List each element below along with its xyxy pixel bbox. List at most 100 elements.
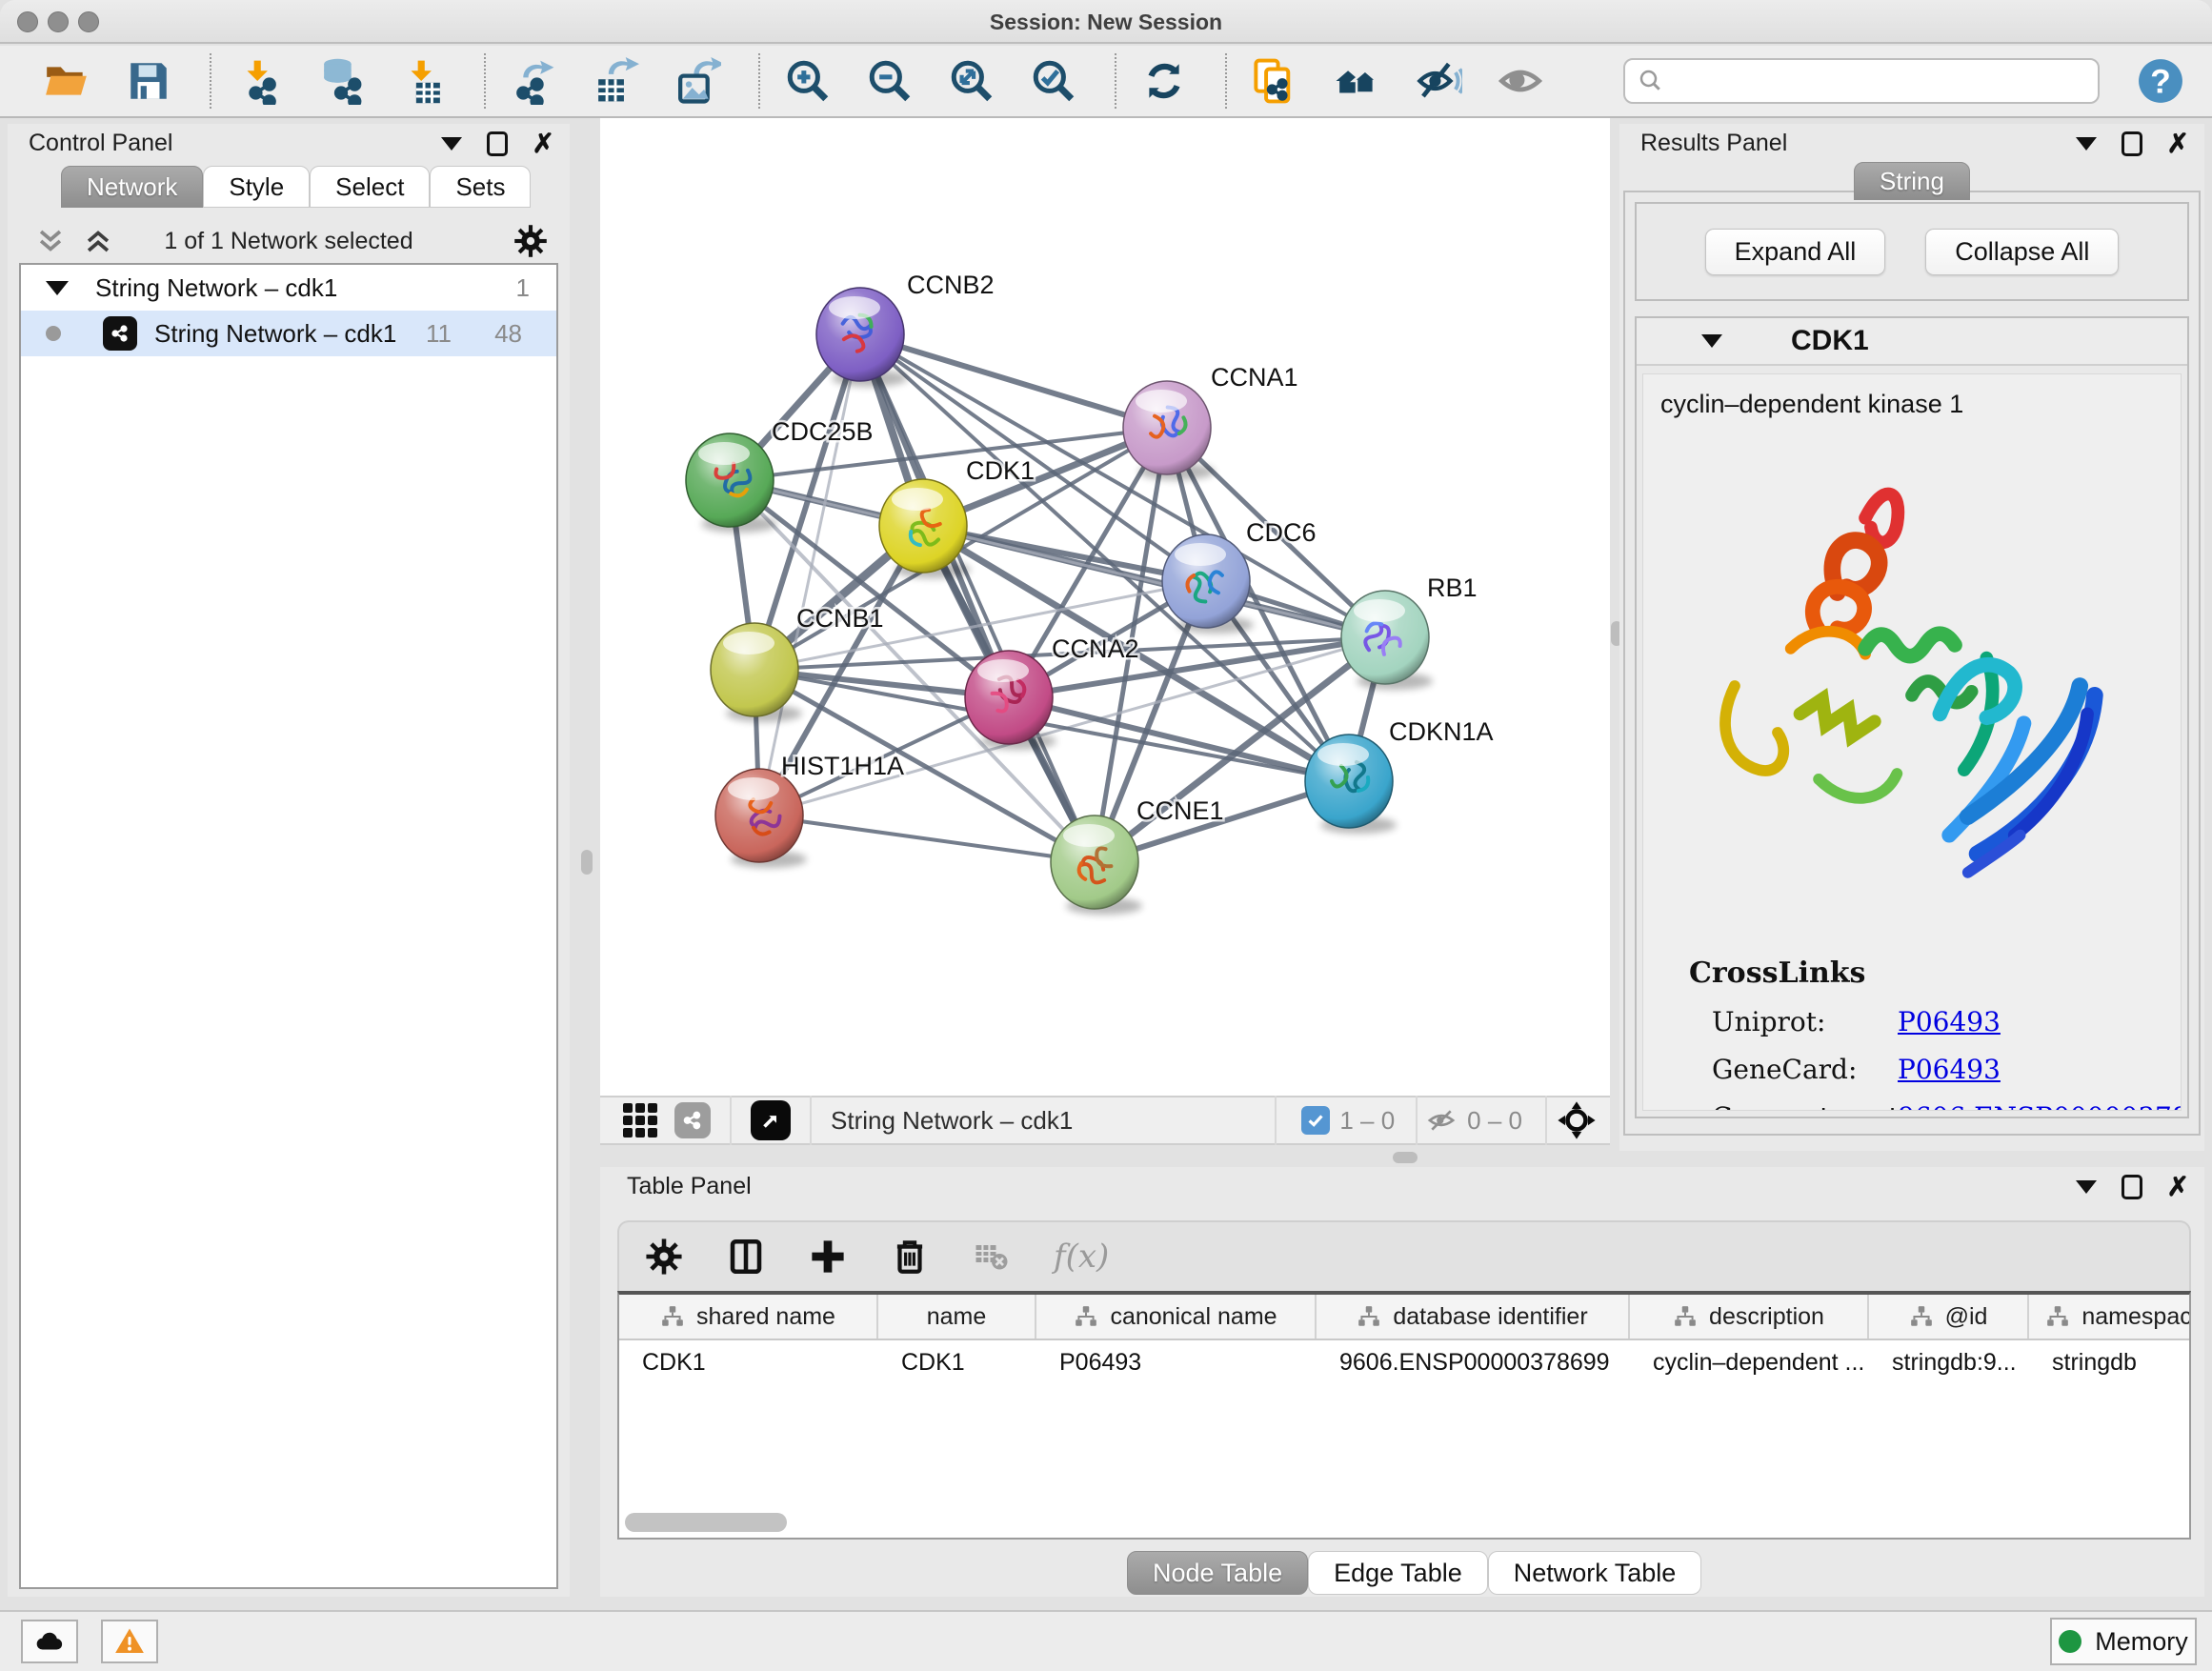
table-row[interactable]: CDK1CDK1P064939606.ENSP00000378699cyclin… bbox=[619, 1340, 2189, 1384]
horizontal-scrollbar-thumb[interactable] bbox=[625, 1513, 787, 1532]
gear-icon[interactable] bbox=[513, 223, 549, 259]
save-session-button[interactable] bbox=[122, 54, 175, 108]
shared-column-icon bbox=[660, 1304, 685, 1329]
home-button[interactable] bbox=[1330, 54, 1383, 108]
zoom-in-button[interactable] bbox=[781, 54, 835, 108]
network-node-CDKN1A[interactable] bbox=[1305, 735, 1397, 834]
show-all-button[interactable] bbox=[1494, 54, 1547, 108]
tab-edge-table[interactable]: Edge Table bbox=[1308, 1551, 1488, 1595]
show-columns-icon[interactable] bbox=[726, 1237, 766, 1277]
hide-selected-button[interactable] bbox=[1412, 54, 1465, 108]
zoom-selected-button[interactable] bbox=[1027, 54, 1080, 108]
apply-layout-button[interactable] bbox=[1137, 54, 1191, 108]
network-canvas[interactable]: CCNB2CCNA1CDC25BCDK1CDC6RB1CCNB1CCNA2CDK… bbox=[600, 118, 1610, 1096]
copy-network-button[interactable] bbox=[1248, 54, 1301, 108]
birds-eye-toggle-icon[interactable] bbox=[1557, 1100, 1597, 1140]
gene-description: cyclin–dependent kinase 1 bbox=[1660, 390, 2181, 419]
crosslink-link[interactable]: P06493 bbox=[1898, 1006, 2001, 1037]
expand-all-button[interactable]: Expand All bbox=[1705, 229, 1886, 275]
gene-name: CDK1 bbox=[1791, 325, 1869, 357]
toolbar-separator bbox=[1225, 53, 1227, 109]
import-table-icon bbox=[399, 57, 447, 105]
table-panel-title: Table Panel bbox=[627, 1173, 752, 1200]
crosslink-label: GeneCard: bbox=[1712, 1054, 1898, 1085]
import-table-button[interactable] bbox=[396, 54, 450, 108]
memory-status-dot bbox=[2059, 1630, 2081, 1653]
zoom-out-button[interactable] bbox=[863, 54, 916, 108]
export-table-button[interactable] bbox=[589, 54, 642, 108]
gene-section: CDK1 cyclin–dependent kinase 1 bbox=[1635, 316, 2189, 1118]
delete-table-icon-disabled bbox=[972, 1237, 1012, 1277]
panel-menu-icon[interactable] bbox=[2076, 1180, 2097, 1194]
gene-section-header[interactable]: CDK1 bbox=[1637, 318, 2187, 366]
table-header-row: shared namenamecanonical namedatabase id… bbox=[619, 1295, 2189, 1340]
tree-expand-icon[interactable] bbox=[46, 281, 69, 295]
tab-node-table[interactable]: Node Table bbox=[1127, 1551, 1308, 1595]
tab-select[interactable]: Select bbox=[310, 166, 430, 208]
close-panel-icon[interactable]: ✗ bbox=[2167, 131, 2189, 156]
import-network-from-database-button[interactable] bbox=[314, 54, 368, 108]
warnings-button[interactable] bbox=[101, 1620, 158, 1663]
export-network-button[interactable] bbox=[507, 54, 560, 108]
bottom-splitter-handle[interactable] bbox=[1393, 1152, 1418, 1163]
collapse-all-button[interactable]: Collapse All bbox=[1925, 229, 2119, 275]
delete-column-icon[interactable] bbox=[890, 1237, 930, 1277]
grid-view-icon[interactable] bbox=[623, 1103, 657, 1137]
add-column-icon[interactable] bbox=[808, 1237, 848, 1277]
column-header-namespace[interactable]: namespace bbox=[2029, 1295, 2189, 1339]
collapse-section-icon[interactable] bbox=[1701, 334, 1722, 348]
network-node-CCNA1[interactable] bbox=[1123, 381, 1215, 480]
open-session-button[interactable] bbox=[40, 54, 93, 108]
close-panel-icon[interactable]: ✗ bbox=[2167, 1175, 2189, 1199]
selected-nodes-checkbox[interactable] bbox=[1301, 1106, 1330, 1135]
network-node-CDK1[interactable] bbox=[879, 479, 971, 578]
crosslink-link[interactable]: 9606.ENSP00000378699 bbox=[1898, 1101, 2182, 1111]
column-header-shared-name[interactable]: shared name bbox=[619, 1295, 878, 1339]
open-in-window-icon[interactable] bbox=[751, 1100, 791, 1140]
table-cell: P06493 bbox=[1036, 1349, 1317, 1377]
column-header-name[interactable]: name bbox=[878, 1295, 1036, 1339]
app-window: Session: New Session bbox=[0, 0, 2212, 1671]
network-collection-row[interactable]: String Network – cdk1 1 bbox=[21, 265, 556, 311]
houses-icon bbox=[1333, 57, 1380, 105]
column-header--id[interactable]: @id bbox=[1869, 1295, 2029, 1339]
node-label-CDKN1A: CDKN1A bbox=[1389, 717, 1494, 746]
toolbar-separator bbox=[484, 53, 486, 109]
node-count: 11 bbox=[426, 319, 452, 349]
help-button[interactable]: ? bbox=[2136, 56, 2185, 106]
network-node-CCNE1[interactable] bbox=[1051, 815, 1142, 915]
zoom-fit-button[interactable] bbox=[945, 54, 998, 108]
float-panel-icon[interactable] bbox=[487, 131, 508, 156]
network-node-RB1[interactable] bbox=[1341, 591, 1433, 690]
network-node-HIST1H1A[interactable] bbox=[715, 769, 807, 868]
panel-menu-icon[interactable] bbox=[441, 137, 462, 151]
float-panel-icon[interactable] bbox=[2122, 131, 2142, 156]
panel-menu-icon[interactable] bbox=[2076, 137, 2097, 151]
table-settings-gear-icon[interactable] bbox=[644, 1237, 684, 1277]
edge-CCNB2-CCNE1 bbox=[860, 334, 1095, 862]
open-folder-icon bbox=[43, 57, 90, 105]
float-panel-icon[interactable] bbox=[2122, 1175, 2142, 1199]
network-edges[interactable] bbox=[730, 334, 1385, 862]
column-header-canonical-name[interactable]: canonical name bbox=[1036, 1295, 1317, 1339]
network-node-CDC6[interactable] bbox=[1162, 534, 1254, 634]
tab-network[interactable]: Network bbox=[61, 166, 203, 208]
column-header-database-identifier[interactable]: database identifier bbox=[1317, 1295, 1630, 1339]
tab-network-table[interactable]: Network Table bbox=[1488, 1551, 1702, 1595]
network-overview-icon[interactable] bbox=[674, 1102, 711, 1138]
search-input[interactable] bbox=[1623, 58, 2100, 104]
left-splitter-handle[interactable] bbox=[581, 850, 593, 875]
tab-sets[interactable]: Sets bbox=[430, 166, 531, 208]
memory-button[interactable]: Memory bbox=[2050, 1618, 2197, 1665]
network-node-CDC25B[interactable] bbox=[686, 433, 777, 533]
tab-string[interactable]: String bbox=[1854, 162, 1970, 200]
crosslink-link[interactable]: P06493 bbox=[1898, 1054, 2001, 1085]
network-node-CCNA2[interactable] bbox=[965, 651, 1056, 750]
network-row[interactable]: String Network – cdk1 11 48 bbox=[21, 311, 556, 356]
export-image-button[interactable] bbox=[671, 54, 724, 108]
tab-style[interactable]: Style bbox=[203, 166, 310, 208]
column-header-description[interactable]: description bbox=[1630, 1295, 1869, 1339]
import-network-button[interactable] bbox=[232, 54, 286, 108]
close-panel-icon[interactable]: ✗ bbox=[533, 131, 554, 156]
cloud-status-button[interactable] bbox=[21, 1620, 78, 1663]
